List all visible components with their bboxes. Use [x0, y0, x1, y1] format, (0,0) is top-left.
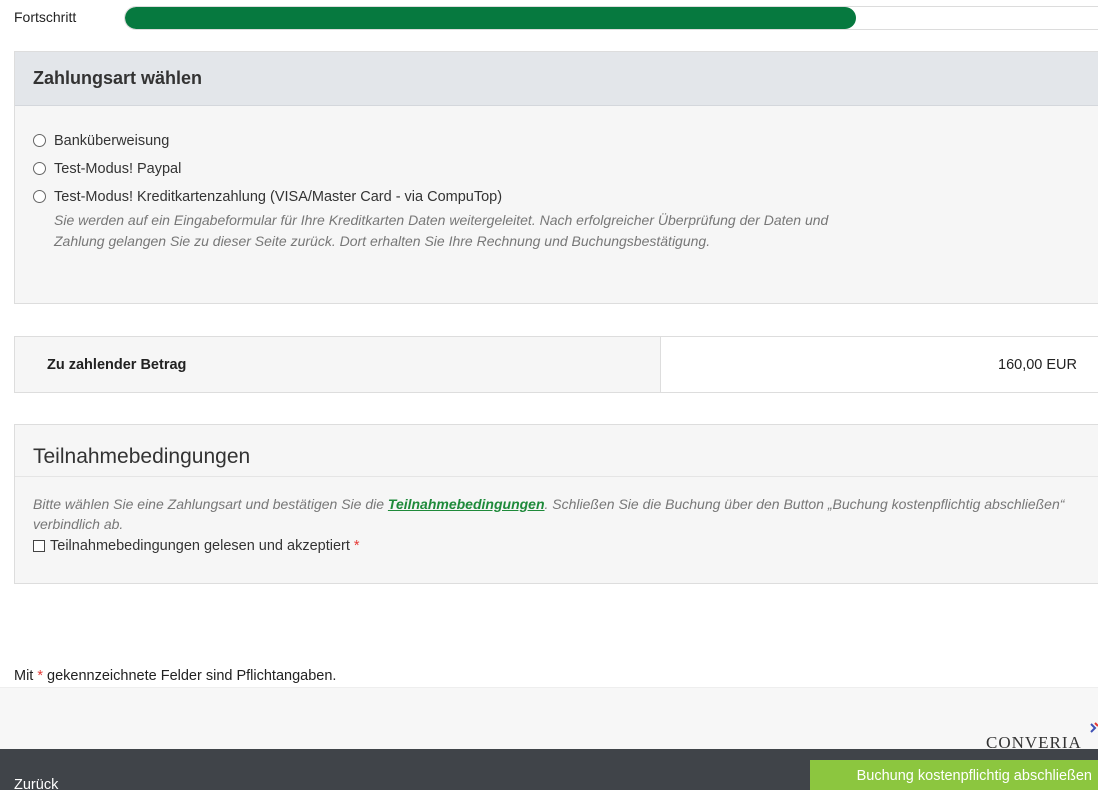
terms-accept-checkbox[interactable] — [33, 540, 45, 552]
terms-accept-label: Teilnahmebedingungen gelesen und akzepti… — [50, 538, 350, 554]
terms-link[interactable]: Teilnahmebedingungen — [388, 496, 545, 512]
terms-panel: Teilnahmebedingungen Bitte wählen Sie ei… — [14, 424, 1098, 584]
payment-option-paypal[interactable]: Test-Modus! Paypal — [33, 158, 1095, 179]
progress-section: Fortschritt — [0, 0, 1098, 36]
progress-label: Fortschritt — [14, 9, 77, 25]
terms-accept-row[interactable]: Teilnahmebedingungen gelesen und akzepti… — [33, 538, 1095, 554]
logo-mark-icon — [1090, 722, 1098, 733]
terms-header: Teilnahmebedingungen — [15, 425, 1098, 477]
payment-option-credit-card[interactable]: Test-Modus! Kreditkartenzahlung (VISA/Ma… — [33, 186, 1095, 207]
terms-text-before: Bitte wählen Sie eine Zahlungsart und be… — [33, 496, 388, 512]
footer-band — [0, 687, 1098, 749]
required-fields-note: Mit * gekennzeichnete Felder sind Pflich… — [14, 668, 336, 684]
payment-option-label: Banküberweisung — [54, 132, 170, 149]
payment-option-bank-transfer[interactable]: Banküberweisung — [33, 130, 1095, 151]
payment-method-panel: Zahlungsart wählen Banküberweisung Test-… — [14, 51, 1098, 304]
terms-body: Bitte wählen Sie eine Zahlungsart und be… — [15, 477, 1098, 554]
radio-button[interactable] — [33, 162, 46, 175]
bottom-action-bar: Zurück Buchung kostenpflichtig abschließ… — [0, 749, 1098, 790]
required-note-after: gekennzeichnete Felder sind Pflichtangab… — [43, 668, 337, 684]
amount-value: 160,00 EUR — [998, 356, 1077, 373]
payment-method-title: Zahlungsart wählen — [33, 68, 203, 88]
terms-instructions: Bitte wählen Sie eine Zahlungsart und be… — [33, 494, 1098, 534]
radio-button[interactable] — [33, 190, 46, 203]
progress-track — [124, 6, 1098, 30]
required-note-before: Mit — [14, 668, 38, 684]
amount-panel: Zu zahlender Betrag 160,00 EUR — [14, 336, 1098, 393]
back-button[interactable]: Zurück — [14, 777, 58, 790]
payment-method-header: Zahlungsart wählen — [15, 52, 1098, 106]
amount-label: Zu zahlender Betrag — [15, 337, 661, 392]
credit-card-note: Sie werden auf ein Eingabeformular für I… — [54, 212, 829, 249]
payment-option-label: Test-Modus! Paypal — [54, 160, 182, 177]
submit-booking-button[interactable]: Buchung kostenpflichtig abschließen — [810, 760, 1098, 790]
payment-option-label: Test-Modus! Kreditkartenzahlung (VISA/Ma… — [54, 188, 503, 205]
radio-button[interactable] — [33, 134, 46, 147]
payment-options: Banküberweisung Test-Modus! Paypal Test-… — [15, 106, 1098, 252]
required-asterisk: * — [353, 538, 360, 554]
progress-fill — [125, 7, 857, 29]
terms-title: Teilnahmebedingungen — [33, 445, 251, 468]
